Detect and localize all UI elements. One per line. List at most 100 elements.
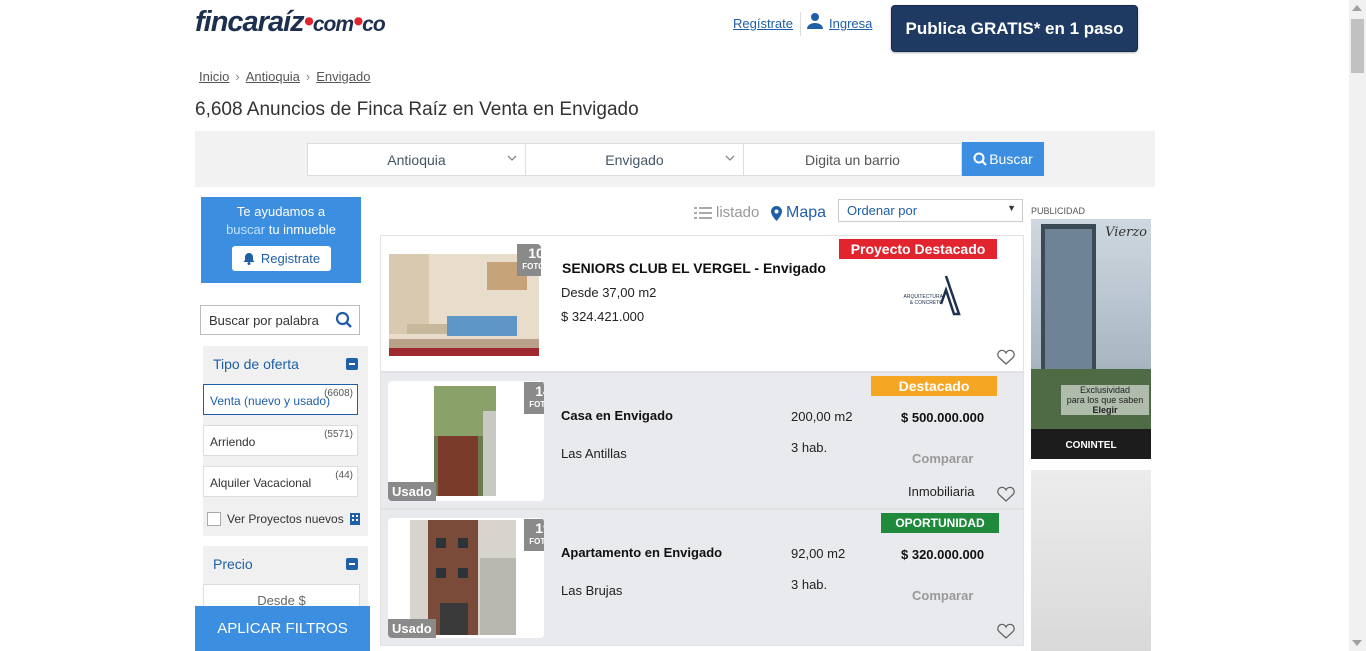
department-select[interactable]: Antioquia [307,143,526,176]
list-view-toggle[interactable]: listado [694,204,759,221]
publish-free-button[interactable]: Publica GRATIS* en 1 paso [891,5,1138,52]
listing-card[interactable]: 14 FOTOS Usado Destacado Casa en Envigad… [380,372,1024,509]
sort-select[interactable]: Ordenar por ▼ [838,199,1023,222]
listing-title[interactable]: SENIORS CLUB EL VERGEL - Envigado [562,260,826,276]
help-line2: tu inmueble [268,222,336,237]
company-logo[interactable]: ARQUITECTURA & CONCRETO [901,274,971,318]
keyword-placeholder: Buscar por palabra [209,313,319,328]
photo-count-badge: 10 FOTOS [517,244,541,276]
login-link[interactable]: Ingresa [829,16,872,31]
photo-count-label: FOTOS [529,537,544,546]
tower-building-image [1031,224,1151,459]
page-title: 6,608 Anuncios de Finca Raíz en Venta en… [195,99,639,120]
new-projects-toggle[interactable]: Ver Proyectos nuevos [207,512,360,526]
listing-card[interactable]: 10 FOTOS Proyecto Destacado SENIORS CLUB… [380,235,1024,372]
city-value: Envigado [605,151,664,168]
company-name: ARQUITECTURA & CONCRETO [903,294,943,306]
scrollbar[interactable] [1349,0,1366,651]
condition-badge: Usado [388,619,436,638]
scrollbar-thumb[interactable] [1351,19,1364,73]
photo-count-badge: 19 FOTOS [524,519,544,551]
neighborhood-input[interactable]: Digita un barrio [743,143,962,176]
user-icon[interactable] [806,12,824,30]
listing-area: Desde 37,00 m2 [561,285,657,300]
register-link[interactable]: Regístrate [733,16,793,31]
collapse-icon[interactable] [346,558,358,570]
compare-button[interactable]: Comparar [912,588,973,603]
city-select[interactable]: Envigado [525,143,744,176]
favorite-heart-icon[interactable] [997,486,1015,502]
search-button[interactable]: Buscar [962,142,1044,176]
seller-type: Inmobiliaria [908,484,975,499]
scroll-down-arrow[interactable] [1352,640,1362,646]
list-icon [694,206,712,219]
featured-ribbon: Destacado [871,376,997,396]
listing-title[interactable]: Apartamento en Envigado [561,545,722,560]
breadcrumb-envigado[interactable]: Envigado [316,69,370,84]
collapse-icon[interactable] [346,358,358,370]
breadcrumb-separator: › [305,69,311,84]
offer-venta[interactable]: Venta (nuevo y usado) (6608) [203,384,358,415]
favorite-heart-icon[interactable] [997,349,1015,365]
search-icon [973,152,987,166]
offer-count: (6608) [324,388,353,399]
search-icon[interactable] [335,311,353,329]
listing-card[interactable]: 19 FOTOS Usado OPORTUNIDAD Apartamento e… [380,509,1024,646]
advertisement-banner[interactable]: Vierzo Exclusividad para los que saben E… [1031,219,1151,459]
ad-line3: Elegir [1092,405,1118,415]
listing-photo[interactable]: 14 FOTOS Usado [388,381,544,501]
breadcrumb-inicio[interactable]: Inicio [199,69,229,84]
compare-button[interactable]: Comparar [912,451,973,466]
header-divider [800,12,801,36]
ad-brand: Vierzo [1105,225,1147,240]
keyword-search-input[interactable]: Buscar por palabra [200,305,360,335]
list-view-label: listado [716,204,760,221]
chevron-down-icon [725,155,735,161]
map-view-label: Mapa [786,204,827,221]
listing-area: 200,00 m2 [791,409,853,424]
caret-down-icon: ▼ [1007,203,1016,213]
offer-arriendo[interactable]: Arriendo (5571) [203,425,358,456]
offer-label: Alquiler Vacacional [210,476,312,490]
offer-label: Arriendo [210,435,256,449]
help-box: Te ayudamos a buscar tu inmueble Registr… [201,197,361,283]
chevron-down-icon [507,155,517,161]
offer-type-header[interactable]: Tipo de oferta [203,346,368,382]
building-icon [349,513,360,525]
photo-count-label: FOTOS [522,262,541,271]
map-pin-icon [771,205,782,221]
photo-count-badge: 14 FOTOS [524,382,544,414]
fincaraiz-logo[interactable]: fincaraíz•com•co [195,6,386,39]
projects-checkbox[interactable] [207,512,221,526]
photo-count: 19 [535,520,544,536]
apply-filters-button[interactable]: APLICAR FILTROS [195,606,370,651]
listing-area: 92,00 m2 [791,546,846,561]
listing-neighborhood: Las Antillas [561,446,627,461]
map-view-toggle[interactable]: Mapa [771,204,826,222]
help-highlight: buscar [226,222,266,237]
price-header[interactable]: Precio [203,546,368,582]
favorite-heart-icon[interactable] [997,623,1015,639]
opportunity-ribbon: OPORTUNIDAD [881,513,999,533]
listing-rooms: 3 hab. [791,440,828,455]
listing-price: $ 324.421.000 [561,309,645,324]
logo-com-text: com [312,13,354,36]
listing-title[interactable]: Casa en Envigado [561,408,673,423]
help-register-button[interactable]: Registrate [232,246,331,271]
ad-label: PUBLICIDAD [1031,206,1086,216]
listing-photo[interactable]: 19 FOTOS Usado [388,518,544,638]
listing-rooms: 3 hab. [791,577,828,592]
scroll-up-arrow[interactable] [1352,5,1362,11]
offer-count: (5571) [324,429,353,440]
offer-type-title: Tipo de oferta [213,356,299,372]
logo-main-text: fincaraíz [195,6,305,38]
listing-price: $ 320.000.000 [901,547,985,562]
offer-label: Venta (nuevo y usado) [210,394,331,408]
search-button-label: Buscar [989,151,1033,167]
ad-line2: para los que saben [1066,395,1144,405]
listing-photo[interactable]: 10 FOTOS [387,244,541,366]
listing-price: $ 500.000.000 [901,410,985,425]
offer-alquiler-vacacional[interactable]: Alquiler Vacacional (44) [203,466,358,497]
breadcrumb-antioquia[interactable]: Antioquia [246,69,300,84]
search-bar: Antioquia Envigado Digita un barrio Busc… [195,131,1155,187]
